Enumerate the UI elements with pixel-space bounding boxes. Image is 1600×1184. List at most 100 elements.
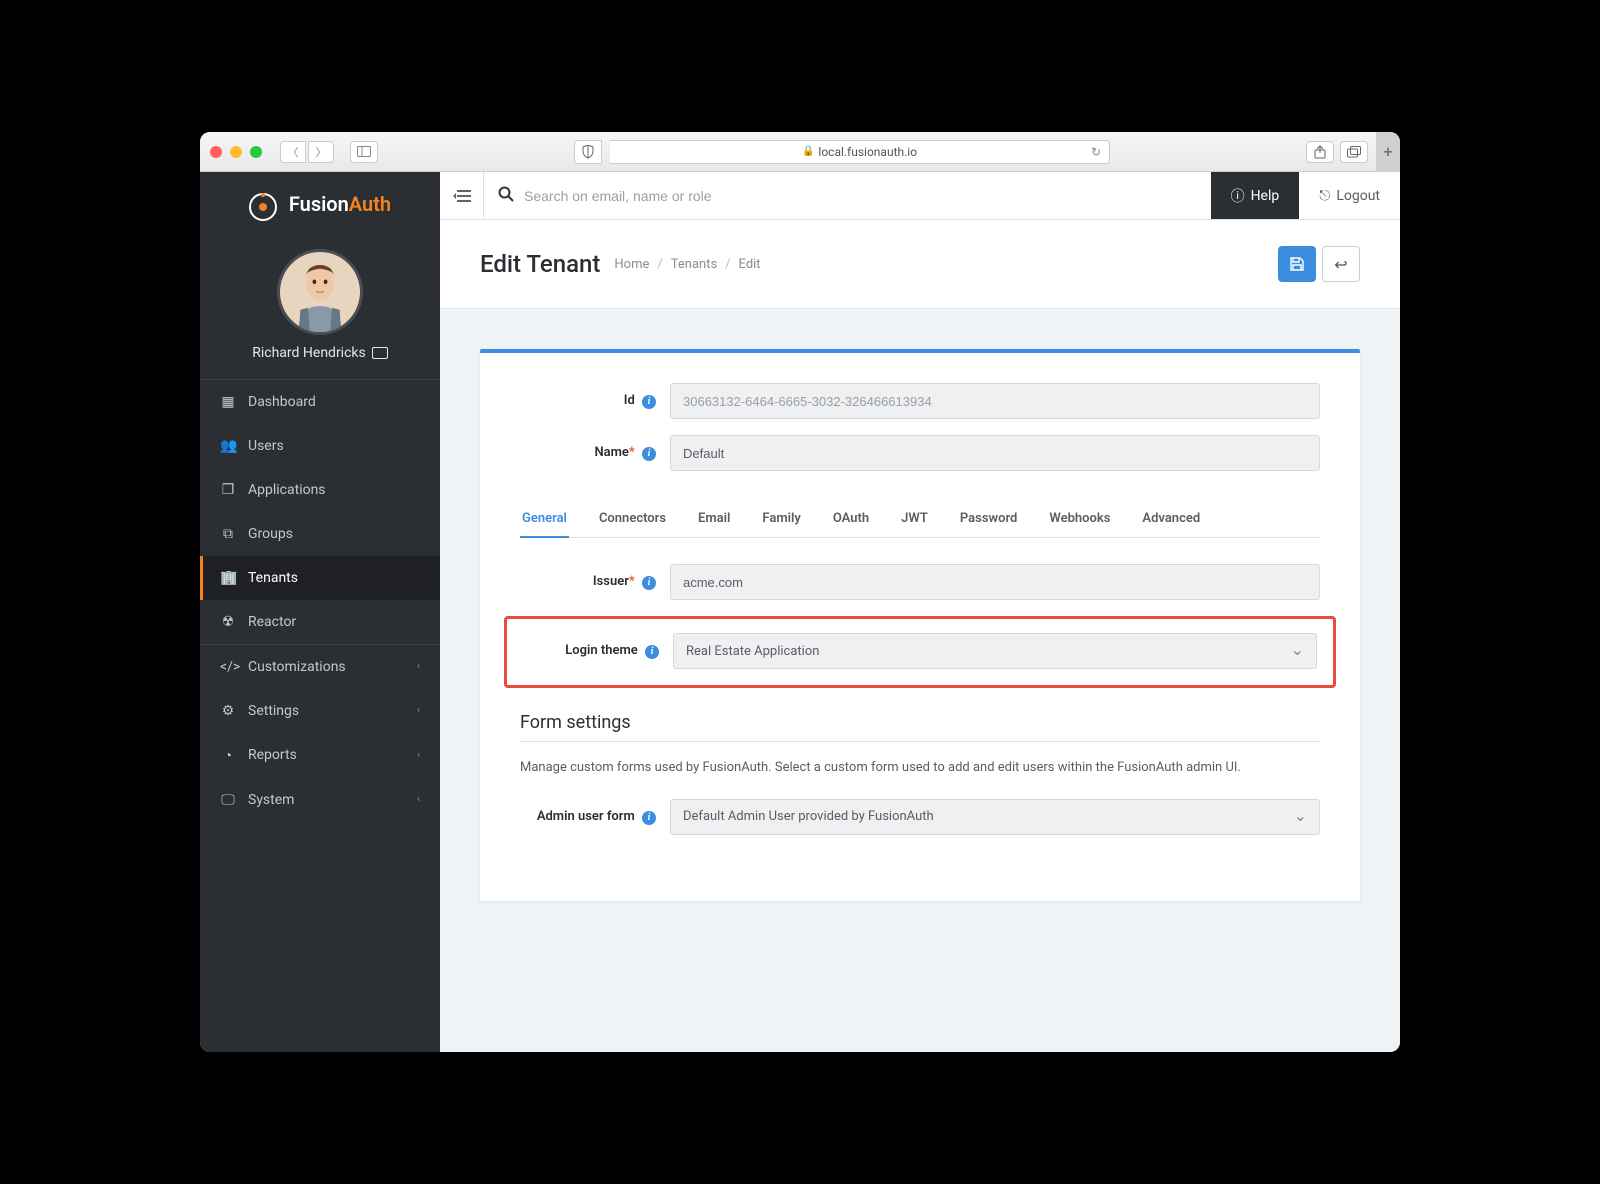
login-theme-select[interactable]: Real Estate Application (673, 633, 1317, 669)
tab-connectors[interactable]: Connectors (597, 501, 668, 538)
id-row: Id i (520, 383, 1320, 419)
tab-jwt[interactable]: JWT (899, 501, 930, 538)
lock-icon: 🔒 (802, 146, 814, 157)
page-title: Edit Tenant (480, 250, 600, 278)
breadcrumb: Home / Tenants / Edit (614, 257, 760, 272)
dashboard-icon: ▦ (220, 394, 236, 410)
logout-icon: ⎋ (1319, 188, 1330, 204)
issuer-row: Issuer* i (520, 564, 1320, 600)
browser-titlebar: 〈 〉 🔒 local.fusionauth.io ↻ + (200, 132, 1400, 172)
share-icon[interactable] (1306, 141, 1334, 163)
content: Edit Tenant Home / Tenants / Edit ↩ (440, 220, 1400, 1052)
sidebar-item-reactor[interactable]: ☢Reactor (200, 600, 440, 644)
page-actions: ↩ (1278, 246, 1360, 282)
chart-icon: ◔ (220, 747, 236, 764)
sidebar-item-applications[interactable]: ❒Applications (200, 468, 440, 512)
back-button[interactable]: 〈 (280, 141, 306, 163)
id-field (670, 383, 1320, 419)
tab-password[interactable]: Password (958, 501, 1019, 538)
sidebar: FusionAuth Richard Hendricks ▦Dashboard … (200, 172, 440, 1052)
admin-form-label: Admin user form i (520, 809, 670, 825)
id-label: Id i (520, 393, 670, 409)
sidebar-item-settings[interactable]: ⚙Settings‹ (200, 689, 440, 733)
issuer-label: Issuer* i (520, 574, 670, 590)
back-button[interactable]: ↩ (1322, 246, 1360, 282)
breadcrumb-item[interactable]: Home (614, 257, 649, 272)
sliders-icon: ⚙ (220, 703, 236, 719)
tabs: General Connectors Email Family OAuth JW… (520, 501, 1320, 538)
issuer-field[interactable] (670, 564, 1320, 600)
save-button[interactable] (1278, 246, 1316, 282)
info-icon[interactable]: i (642, 395, 656, 409)
tabs-icon[interactable] (1340, 141, 1368, 163)
url-bar[interactable]: 🔒 local.fusionauth.io ↻ (610, 140, 1110, 164)
id-card-icon (372, 347, 388, 359)
chevron-left-icon: ‹ (417, 794, 420, 805)
name-row: Name* i (520, 435, 1320, 471)
username[interactable]: Richard Hendricks (200, 345, 440, 379)
forward-button[interactable]: 〉 (308, 141, 334, 163)
users-icon: 👥 (220, 438, 236, 454)
info-icon[interactable]: i (642, 447, 656, 461)
page-header: Edit Tenant Home / Tenants / Edit ↩ (440, 220, 1400, 309)
form-settings-heading: Form settings (520, 712, 1320, 742)
admin-form-select[interactable]: Default Admin User provided by FusionAut… (670, 799, 1320, 835)
search-wrap (484, 172, 1211, 219)
login-theme-highlight: Login theme i Real Estate Application (504, 616, 1336, 688)
maximize-window-icon[interactable] (250, 146, 262, 158)
search-icon (498, 186, 514, 206)
logo-mark-icon (249, 193, 277, 221)
name-label: Name* i (520, 445, 670, 461)
sidebar-item-users[interactable]: 👥Users (200, 424, 440, 468)
monitor-icon: 🖵 (220, 792, 236, 808)
reactor-icon: ☢ (220, 614, 236, 630)
browser-window: 〈 〉 🔒 local.fusionauth.io ↻ + (200, 132, 1400, 1052)
minimize-window-icon[interactable] (230, 146, 242, 158)
code-icon: </> (220, 659, 236, 675)
help-button[interactable]: ⓘHelp (1211, 172, 1300, 219)
sidebar-item-system[interactable]: 🖵System‹ (200, 778, 440, 822)
tab-advanced[interactable]: Advanced (1140, 501, 1202, 538)
tab-oauth[interactable]: OAuth (831, 501, 871, 538)
sidebar-item-tenants[interactable]: 🏢Tenants (200, 556, 440, 600)
help-icon: ⓘ (1231, 186, 1245, 206)
info-icon[interactable]: i (642, 811, 656, 825)
app-body: FusionAuth Richard Hendricks ▦Dashboard … (200, 172, 1400, 1052)
main: ⓘHelp ⎋Logout Edit Tenant Home / Tenants… (440, 172, 1400, 1052)
reload-icon[interactable]: ↻ (1091, 145, 1101, 159)
info-icon[interactable]: i (645, 645, 659, 659)
window-controls (210, 146, 262, 158)
url-text: local.fusionauth.io (818, 145, 917, 159)
info-icon[interactable]: i (642, 576, 656, 590)
logout-button[interactable]: ⎋Logout (1299, 172, 1400, 219)
chevron-left-icon: ‹ (417, 750, 420, 761)
cube-icon: ❒ (220, 482, 236, 498)
groups-icon: ⧉ (220, 526, 236, 542)
tab-general[interactable]: General (520, 501, 569, 538)
chevron-left-icon: ‹ (417, 661, 420, 672)
tab-email[interactable]: Email (696, 501, 732, 538)
nav-buttons: 〈 〉 (280, 141, 334, 163)
sidebar-item-customizations[interactable]: </>Customizations‹ (200, 645, 440, 689)
logo: FusionAuth (200, 172, 440, 231)
tab-family[interactable]: Family (760, 501, 802, 538)
name-field[interactable] (670, 435, 1320, 471)
privacy-shield-icon[interactable] (574, 140, 602, 164)
form-panel: Id i Name* i General Connectors Email Fa… (480, 349, 1360, 901)
breadcrumb-item[interactable]: Tenants (671, 257, 717, 272)
sidebar-collapse-button[interactable] (440, 172, 484, 219)
close-window-icon[interactable] (210, 146, 222, 158)
search-input[interactable] (524, 188, 1197, 204)
sidebar-item-groups[interactable]: ⧉Groups (200, 512, 440, 556)
avatar[interactable] (277, 249, 363, 335)
sidebar-item-dashboard[interactable]: ▦Dashboard (200, 380, 440, 424)
tab-webhooks[interactable]: Webhooks (1047, 501, 1112, 538)
sidebar-toggle-icon[interactable] (350, 141, 378, 163)
form-settings-desc: Manage custom forms used by FusionAuth. … (520, 758, 1320, 779)
admin-form-row: Admin user form i Default Admin User pro… (520, 799, 1320, 835)
new-tab-button[interactable]: + (1376, 132, 1400, 172)
logo-text: FusionAuth (289, 192, 391, 216)
breadcrumb-item: Edit (739, 257, 761, 272)
building-icon: 🏢 (220, 570, 236, 586)
sidebar-item-reports[interactable]: ◔Reports‹ (200, 733, 440, 778)
